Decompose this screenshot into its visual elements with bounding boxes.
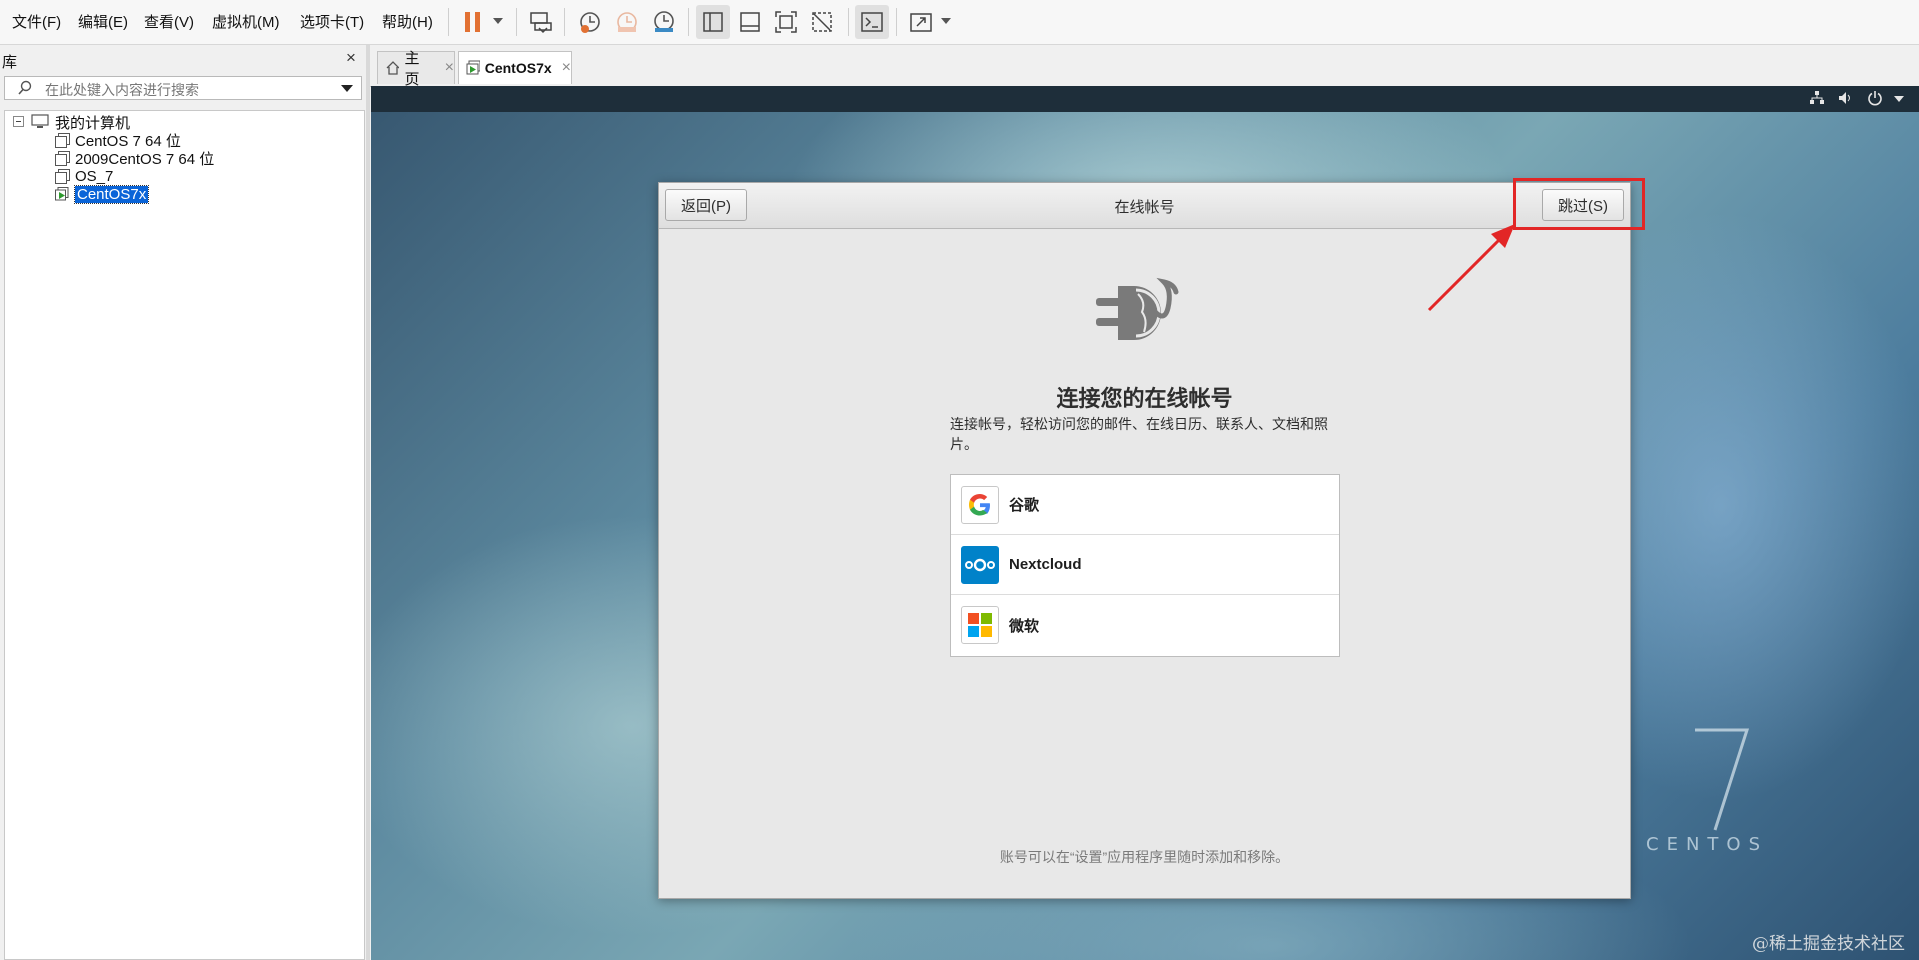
computer-icon: [31, 114, 49, 128]
volume-icon[interactable]: [1837, 90, 1855, 106]
google-icon: [961, 485, 999, 524]
provider-nextcloud[interactable]: Nextcloud: [951, 535, 1339, 595]
tab-label: CentOS7x: [484, 60, 552, 76]
tab-home[interactable]: 主页 ×: [377, 50, 455, 88]
tree-item-2009centos-7-64[interactable]: 2009CentOS 7 64 位: [55, 148, 214, 168]
stretch-icon: [910, 13, 932, 32]
fullscreen-icon: [775, 11, 797, 33]
guest-top-bar: [371, 86, 1919, 112]
vm-icon: [55, 133, 70, 148]
toolbar-separator: [448, 8, 449, 36]
library-search-input[interactable]: 在此处键入内容进行搜索: [4, 76, 362, 100]
search-dropdown-arrow[interactable]: [341, 85, 353, 92]
library-tree: 我的计算机 CentOS 7 64 位 2009CentOS 7 64 位 OS…: [4, 110, 365, 960]
home-icon: [386, 61, 400, 75]
dialog-title: 在线帐号: [1114, 199, 1175, 216]
manage-snapshots-icon: [654, 11, 674, 32]
toolbar-separator: [516, 8, 517, 36]
pause-icon: [465, 12, 480, 32]
snapshot-icon: [580, 12, 600, 33]
unity-icon: [812, 12, 832, 32]
panel-splitter[interactable]: [366, 45, 370, 960]
menubar-toolbar: 文件(F) 编辑(E) 查看(V) 虚拟机(M) 选项卡(T) 帮助(H): [0, 0, 1919, 45]
pause-button[interactable]: [456, 5, 490, 39]
snapshot-button[interactable]: [573, 5, 607, 39]
vm-icon: [55, 169, 70, 184]
library-title: 库: [2, 54, 18, 71]
provider-name: 谷歌: [1009, 497, 1040, 514]
tab-close-button[interactable]: ×: [445, 59, 454, 77]
toolbar-separator: [848, 8, 849, 36]
send-keys-button[interactable]: [524, 5, 558, 39]
centos-wordmark: CENTOS: [1646, 834, 1768, 855]
fullscreen-button[interactable]: [769, 5, 803, 39]
console-button[interactable]: [855, 5, 889, 39]
unity-button[interactable]: [805, 5, 839, 39]
tab-label: 主页: [404, 50, 420, 88]
provider-name: Nextcloud: [1009, 556, 1082, 573]
dialog-footer-note: 账号可以在“设置”应用程序里随时添加和移除。: [999, 849, 1290, 865]
network-icon[interactable]: [1809, 90, 1825, 106]
manage-snapshots-button[interactable]: [647, 5, 681, 39]
library-view-button[interactable]: [696, 5, 730, 39]
search-icon: [18, 80, 32, 95]
menu-tabs[interactable]: 选项卡(T): [300, 11, 364, 32]
tree-item-label: OS_7: [75, 167, 114, 185]
tab-centos7x[interactable]: CentOS7x ×: [458, 51, 572, 84]
annotation-arrow-icon: [1427, 224, 1515, 312]
menu-edit[interactable]: 编辑(E): [78, 11, 128, 32]
revert-snapshot-button[interactable]: [610, 5, 644, 39]
tree-item-os-7[interactable]: OS_7: [55, 166, 113, 186]
library-close-button[interactable]: ×: [346, 48, 356, 68]
send-keys-icon: [530, 12, 552, 34]
provider-list: 谷歌 Nextcloud 微软: [950, 474, 1340, 657]
vm-console-display[interactable]: CENTOS 返回(P) 在线帐号 跳过(S) 连接您的在线帐号 连接帐号，轻松…: [371, 86, 1919, 960]
pause-dropdown-arrow[interactable]: [493, 18, 503, 24]
dialog-description: 连接帐号，轻松访问您的邮件、在线日历、联系人、文档和照片。: [950, 416, 1328, 452]
toolbar-separator: [896, 8, 897, 36]
search-placeholder: 在此处键入内容进行搜索: [45, 82, 199, 98]
microsoft-icon: [961, 606, 999, 644]
provider-name: 微软: [1009, 617, 1040, 635]
running-vm-icon: [55, 187, 69, 201]
menu-vm[interactable]: 虚拟机(M): [212, 11, 280, 32]
toolbar-separator: [564, 8, 565, 36]
chevron-down-icon[interactable]: [1894, 96, 1904, 102]
dialog-heading: 连接您的在线帐号: [1056, 386, 1233, 411]
watermark: @稀土掘金技术社区: [1752, 934, 1905, 954]
console-icon: [861, 12, 883, 32]
tree-item-label: CentOS7x: [73, 184, 150, 204]
revert-snapshot-icon: [617, 12, 637, 32]
toolbar-separator: [688, 8, 689, 36]
stretch-dropdown-arrow[interactable]: [941, 18, 951, 24]
tab-strip: 主页 × CentOS7x ×: [370, 45, 1919, 88]
collapse-icon[interactable]: [13, 116, 25, 128]
stretch-button[interactable]: [904, 5, 938, 39]
nextcloud-icon: [961, 545, 999, 584]
thumbnail-view-button[interactable]: [733, 5, 767, 39]
library-view-icon: [703, 12, 723, 32]
tree-item-centos7x[interactable]: CentOS7x: [55, 184, 150, 204]
thumbnail-view-icon: [740, 12, 760, 32]
menu-help[interactable]: 帮助(H): [382, 11, 433, 32]
provider-microsoft[interactable]: 微软: [951, 595, 1339, 655]
menu-view[interactable]: 查看(V): [144, 11, 194, 32]
annotation-highlight-box: [1513, 178, 1645, 230]
tab-close-button[interactable]: ×: [562, 59, 571, 77]
provider-google[interactable]: 谷歌: [951, 475, 1339, 535]
vm-icon: [55, 151, 70, 166]
menu-file[interactable]: 文件(F): [12, 11, 61, 32]
running-vm-icon: [466, 60, 480, 75]
online-accounts-icon: [1096, 277, 1179, 340]
centos-7-logo: [1695, 728, 1750, 831]
library-panel: 库 × 在此处键入内容进行搜索 我的计算机 CentOS 7 64 位 2009…: [0, 45, 366, 960]
power-icon[interactable]: [1867, 90, 1883, 106]
